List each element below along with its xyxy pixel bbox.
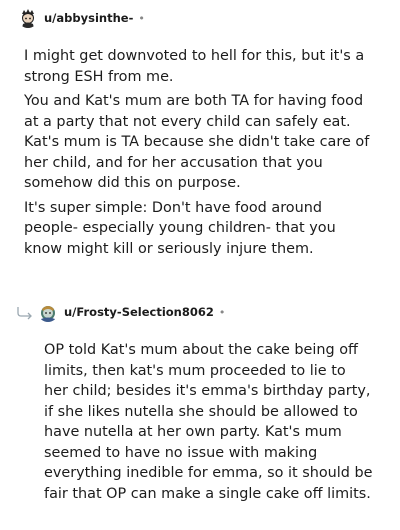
comment-body: I might get downvoted to hell for this, … [24, 46, 376, 259]
comment-header: u/abbysinthe- • [18, 6, 388, 30]
comment-paragraph: It's super simple: Don't have food aroun… [24, 199, 336, 257]
user-avatar[interactable] [38, 302, 58, 322]
separator-dot: • [138, 11, 145, 25]
comment-paragraph: I might get downvoted to hell for this, … [24, 48, 365, 85]
comment-paragraph: You and Kat's mum are both TA for having… [24, 93, 370, 191]
comment-body: OP told Kat's mum about the cake being o… [44, 340, 374, 504]
reply-arrow-icon [16, 305, 34, 320]
comment-abbysinthe: u/abbysinthe- • I might get downvoted to… [18, 6, 388, 263]
comment-header: u/Frosty-Selection8062 • [16, 300, 386, 324]
username[interactable]: u/Frosty-Selection8062 [64, 305, 214, 319]
comment-paragraph: OP told Kat's mum about the cake being o… [44, 342, 373, 502]
username[interactable]: u/abbysinthe- [44, 11, 133, 25]
user-avatar[interactable] [18, 8, 38, 28]
comment-frosty-selection: u/Frosty-Selection8062 • OP told Kat's m… [16, 300, 386, 504]
separator-dot: • [218, 305, 226, 319]
